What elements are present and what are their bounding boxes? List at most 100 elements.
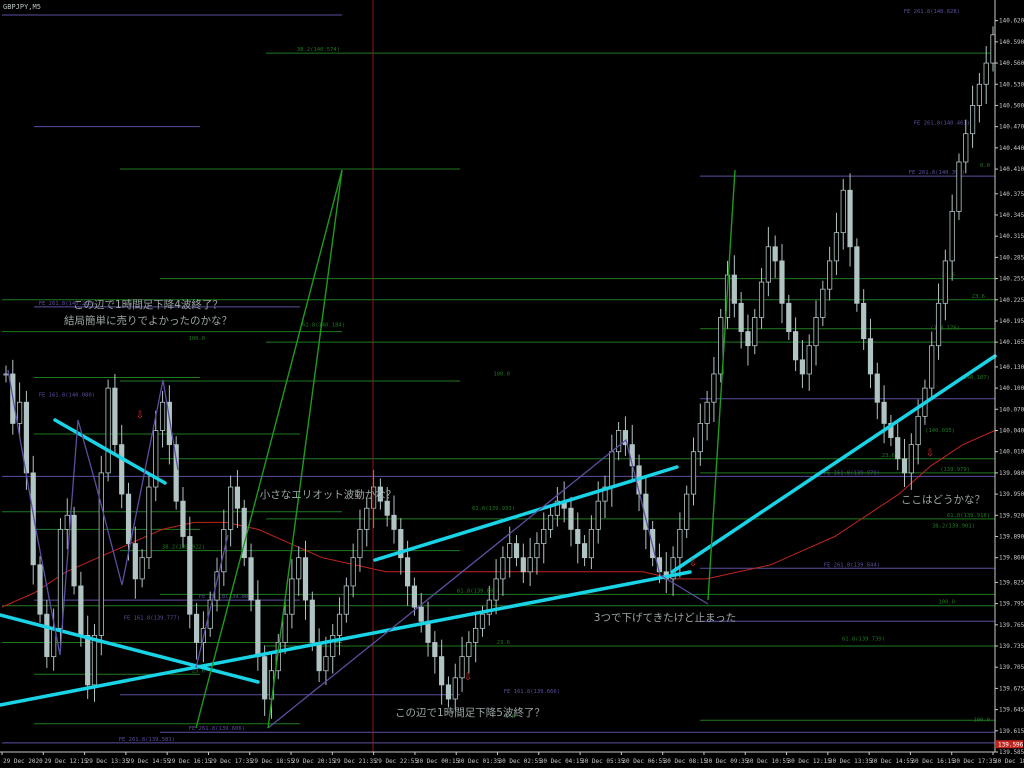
level-label: 61.8(139.739) <box>842 636 885 642</box>
candle-body <box>690 451 697 495</box>
x-tick-label: 30 Dec 13:35 <box>829 758 873 765</box>
level-label: 100.0 <box>493 372 510 378</box>
candle-body <box>105 387 111 474</box>
candle-body <box>418 606 424 622</box>
level-label: 23.6 <box>972 294 985 300</box>
y-tick-label: 140.440 <box>999 145 1024 152</box>
candle-body <box>500 557 506 580</box>
candle-body <box>983 62 989 85</box>
level-label: FE 161.8(139.979) <box>824 470 880 476</box>
candle-body <box>806 345 812 375</box>
annotation-text: この辺で1時間足下降4波終了？ <box>73 298 223 311</box>
y-tick-label: 139.735 <box>999 643 1024 650</box>
candle-body <box>847 189 853 248</box>
y-tick-label: 140.530 <box>999 81 1024 88</box>
candlestick-chart[interactable]: FE 261.8(140.628) 38.2(140.574) FE 261.8(1… <box>0 0 1024 768</box>
candle-body <box>752 317 758 347</box>
candle-body <box>289 578 295 615</box>
y-tick-label: 139.705 <box>999 664 1024 671</box>
candle-body <box>452 677 458 700</box>
level-label: FE 261.8(139.606) <box>189 726 245 732</box>
candle-body <box>159 401 166 431</box>
level-label: FE 261.8(139.807) <box>199 594 255 600</box>
candle-body <box>949 211 955 262</box>
y-tick-label: 140.315 <box>999 233 1024 240</box>
candle-body <box>234 486 241 509</box>
candle-body <box>840 189 846 234</box>
level-label: 0.0 <box>980 163 990 169</box>
candle-body <box>364 507 370 530</box>
candle-body <box>37 564 43 615</box>
level-label: FE 161.8(139.777) <box>124 615 180 621</box>
annotation-text: ここはどうかな？ <box>901 494 985 506</box>
y-tick-label: 140.500 <box>999 102 1024 109</box>
y-tick-label: 140.040 <box>999 427 1024 434</box>
level-label: FE 161.8(139.666) <box>504 689 560 695</box>
candle-body <box>30 472 36 566</box>
candle-body <box>745 331 751 347</box>
x-tick-label: 30 Dec 18:55 <box>994 758 1024 765</box>
candle-body <box>513 543 520 559</box>
candle-body <box>799 359 806 375</box>
y-tick-label: 139.765 <box>999 622 1024 629</box>
candle-body <box>336 613 343 636</box>
candle-body <box>193 613 200 643</box>
candle-body <box>357 529 363 559</box>
x-tick-label: 29 Dec 21:35 <box>333 758 377 765</box>
level-label: FE 261.8(139.581) <box>119 737 175 743</box>
candle-body <box>595 500 601 530</box>
candle-body <box>139 557 145 580</box>
candle-body <box>895 437 901 460</box>
candle-body <box>929 345 935 389</box>
annotation-text: 結局簡単に売りでよかったのかな？ <box>64 314 232 327</box>
candle-body <box>85 635 91 686</box>
x-tick-label: 29 Dec 18:55 <box>251 758 295 765</box>
candle-body <box>969 105 976 135</box>
candle-body <box>908 444 914 474</box>
candle-body <box>78 585 84 636</box>
candle-body <box>772 246 778 262</box>
candle-body <box>935 302 942 347</box>
y-tick-label: 139.615 <box>999 728 1024 735</box>
y-tick-label: 140.375 <box>999 191 1024 198</box>
y-tick-label: 140.345 <box>999 212 1024 219</box>
candle-body <box>57 529 64 629</box>
candle-body <box>609 451 615 488</box>
candle-body <box>91 635 98 686</box>
candle-body <box>17 401 23 424</box>
candle-body <box>3 373 9 376</box>
y-tick-label: 139.795 <box>999 601 1024 608</box>
candle-body <box>384 500 390 516</box>
y-tick-label: 140.100 <box>999 385 1024 392</box>
x-tick-label: 30 Dec 14:55 <box>870 758 914 765</box>
candle-body <box>854 246 860 304</box>
y-tick-label: 140.285 <box>999 254 1024 261</box>
y-tick-label: 139.980 <box>999 470 1024 477</box>
level-label: 38.2(140.574) <box>297 47 340 53</box>
candle-body <box>479 613 486 629</box>
candle-body <box>445 684 452 700</box>
y-tick-label: 140.620 <box>999 18 1024 25</box>
x-tick-label: 30 Dec 08:15 <box>664 758 708 765</box>
candle-body <box>187 536 193 615</box>
candle-body <box>874 373 880 403</box>
symbol-label: GBPJPY,M5 <box>3 3 41 11</box>
candle-body <box>976 83 982 106</box>
x-tick-label: 29 Dec 20:15 <box>292 758 336 765</box>
candle-body <box>697 423 703 453</box>
candle-body <box>493 578 499 601</box>
y-tick-label: 139.585 <box>999 749 1024 756</box>
y-tick-label: 140.470 <box>999 124 1024 131</box>
candle-body <box>296 557 302 580</box>
level-label: FE 161.8(140.080) <box>39 393 95 399</box>
x-tick-label: 30 Dec 04:15 <box>540 758 584 765</box>
candle-body <box>861 302 867 340</box>
candle-body <box>915 415 921 446</box>
y-tick-label: 139.675 <box>999 685 1024 692</box>
y-tick-label: 140.255 <box>999 276 1024 283</box>
candle-body <box>813 317 819 347</box>
arrow-marker: ⇩ <box>136 410 144 421</box>
candle-body <box>520 557 526 573</box>
candle-body <box>779 260 785 304</box>
x-tick-label: 30 Dec 09:35 <box>705 758 749 765</box>
